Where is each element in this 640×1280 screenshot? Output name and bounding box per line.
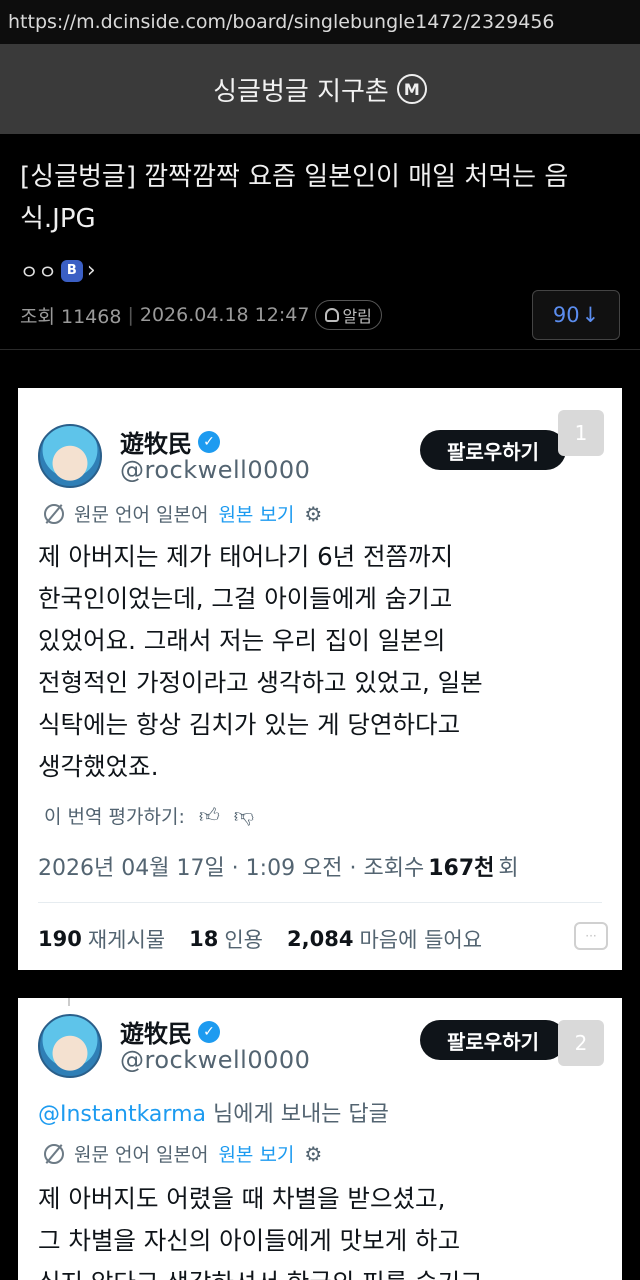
gallery-header: 싱글벙글 지구촌 M (0, 44, 640, 134)
post-meta: 조회 11468 | 2026.04.18 12:47 알림 (20, 300, 382, 330)
bell-icon (325, 308, 340, 322)
translate-globe-icon (44, 1143, 64, 1164)
gallery-title[interactable]: 싱글벙글 지구촌 (213, 71, 389, 108)
retweets-label: 재게시물 (87, 928, 166, 952)
tweet-stats: 190 재게시물 18 인용 2,084 마음에 들어요 (38, 924, 482, 954)
divider (38, 902, 602, 903)
tweet-views-suffix: 회 (498, 856, 519, 881)
tweet-screenshot-2[interactable]: 遊牧民 ✓ @rockwell0000 팔로우하기 2 @Instantkarm… (18, 998, 622, 1280)
image-index-badge: 1 (558, 410, 604, 456)
post-title: [싱글벙글] 깜짝깜짝 요즘 일본인이 매일 처먹는 음식.JPG (20, 162, 569, 234)
avatar (38, 424, 102, 488)
display-name: 遊牧民 (120, 430, 192, 458)
translate-globe-icon (44, 503, 64, 524)
quotes-label: 인용 (224, 928, 263, 952)
verified-badge-icon: ✓ (198, 430, 220, 453)
address-bar[interactable]: https://m.dcinside.com/board/singlebungl… (0, 0, 640, 44)
original-language-label: 원문 언어 일본어 (74, 1144, 209, 1166)
tweet-views-number: 167천 (428, 856, 495, 881)
original-language-label: 원문 언어 일본어 (74, 504, 209, 526)
tweet-text: 제 아버지도 어렸을 때 차별을 받으셨고, 그 차별을 자신의 아이들에게 맛… (38, 1184, 483, 1280)
comment-count-button[interactable]: 90 ↓ (532, 290, 620, 340)
tweet-screenshot-1[interactable]: 遊牧民 ✓ @rockwell0000 팔로우하기 1 원문 언어 일본어 원본… (18, 388, 622, 970)
meta-separator: | (127, 304, 134, 326)
verified-badge-icon: ✓ (198, 1020, 220, 1043)
comment-count: 90 (552, 303, 580, 327)
author-name: ㅇㅇ (20, 260, 57, 284)
display-name: 遊牧民 (120, 1020, 192, 1048)
chevron-right-icon: › (86, 258, 96, 283)
author-badge-icon: B (60, 259, 83, 282)
tweet-author: 遊牧民 ✓ (120, 424, 220, 459)
follow-button: 팔로우하기 (420, 430, 566, 470)
avatar (38, 1014, 102, 1078)
tweet-timestamp: 2026년 04월 17일 · 1:09 오전 · 조회수 167천 회 (38, 850, 519, 882)
tweet-text: 제 아버지는 제가 태어나기 6년 전쯤까지 한국인이었는데, 그걸 아이들에게… (38, 542, 483, 781)
tweet-author: 遊牧民 ✓ (120, 1014, 220, 1049)
translation-info: 원문 언어 일본어 원본 보기 ⚙ (44, 500, 322, 527)
gear-icon: ⚙ (304, 1141, 323, 1166)
tweet-date: 2026년 04월 17일 · 1:09 오전 · 조회수 (38, 856, 425, 881)
thumbs-down-icon: 👎︎ (233, 803, 255, 827)
author-link[interactable]: ㅇㅇ B › (20, 256, 96, 285)
post-date: 2026.04.18 12:47 (139, 304, 310, 326)
image-index-badge: 2 (558, 1020, 604, 1066)
likes-count: 2,084 (287, 927, 354, 951)
view-count: 조회 11468 (20, 305, 122, 328)
comment-bubble-icon: ··· (574, 922, 608, 950)
arrow-down-icon: ↓ (581, 303, 600, 327)
gear-icon: ⚙ (304, 501, 323, 526)
translation-info: 원문 언어 일본어 원본 보기 ⚙ (44, 1140, 322, 1167)
view-original-link: 원본 보기 (218, 1144, 295, 1166)
minor-gallery-badge: M (396, 74, 427, 104)
post-header: [싱글벙글] 깜짝깜짝 요즘 일본인이 매일 처먹는 음식.JPG ㅇㅇ B ›… (0, 134, 640, 350)
thread-line (68, 998, 70, 1006)
follow-button: 팔로우하기 (420, 1020, 566, 1060)
tweet-handle: @rockwell0000 (120, 456, 311, 484)
tweet-handle: @rockwell0000 (120, 1046, 311, 1074)
reply-to-line: @Instantkarma 님에게 보내는 답글 (38, 1096, 389, 1128)
retweets-count: 190 (38, 927, 82, 951)
likes-label: 마음에 들어요 (359, 928, 483, 952)
reply-suffix: 님에게 보내는 답글 (212, 1102, 389, 1127)
thumbs-up-icon: 👍︎ (198, 803, 220, 827)
alarm-label: 알림 (342, 307, 372, 326)
translation-rating: 이 번역 평가하기: 👍︎ 👎︎ (44, 802, 254, 829)
alarm-button[interactable]: 알림 (315, 300, 382, 330)
view-original-link: 원본 보기 (218, 504, 295, 526)
quotes-count: 18 (189, 927, 219, 951)
reply-mention: @Instantkarma (38, 1102, 206, 1127)
rate-translation-label: 이 번역 평가하기: (44, 806, 185, 828)
